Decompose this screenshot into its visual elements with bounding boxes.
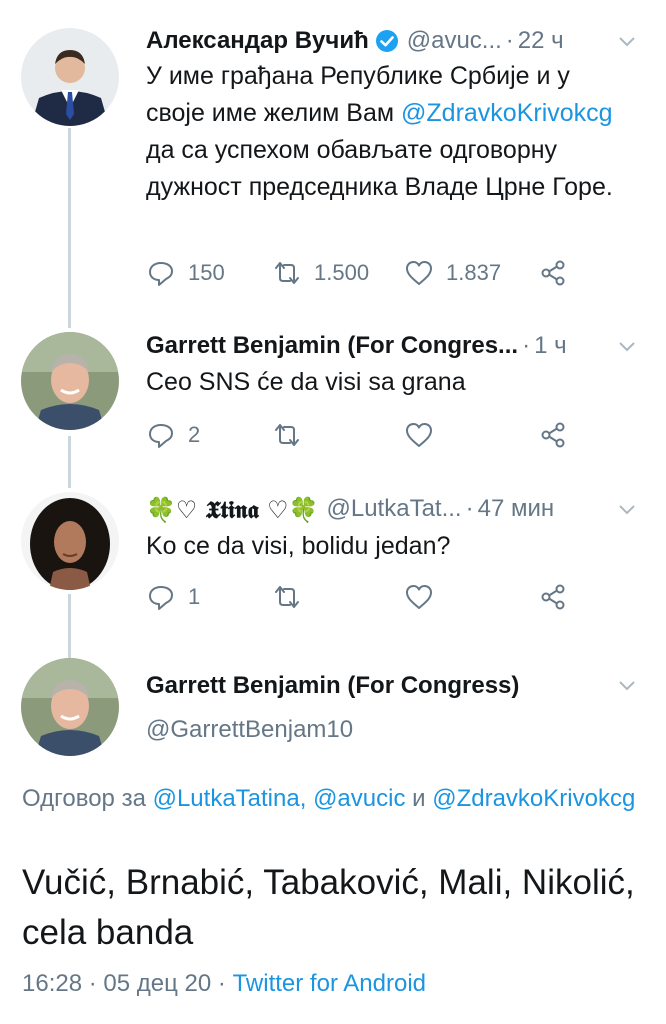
tweet-time[interactable]: 47 мин — [478, 495, 555, 523]
reply-button[interactable]: 150 — [146, 256, 225, 290]
heart-icon — [406, 423, 432, 447]
avatar[interactable] — [21, 658, 119, 756]
author-name[interactable]: Александар Вучић — [146, 27, 369, 55]
thread-line — [68, 128, 71, 328]
tweet-actions: 1 — [146, 580, 626, 614]
tweet-actions: 2 — [146, 418, 626, 452]
avatar[interactable] — [21, 332, 119, 430]
chevron-down-icon[interactable] — [618, 36, 636, 48]
author-handle[interactable]: @avuc... — [407, 27, 502, 55]
reply-to-line: Одговор за @LutkaTatina, @avucic и @Zdra… — [22, 780, 642, 818]
share-button[interactable] — [538, 256, 568, 290]
tweet-header: Garrett Benjamin (For Congres... · 1 ч — [146, 331, 567, 361]
tweet-time: 16:28 — [22, 970, 83, 997]
tweet-date: 05 дец 20 — [103, 970, 212, 997]
like-button[interactable]: 1.837 — [404, 256, 501, 290]
share-icon — [541, 260, 565, 286]
retweet-button[interactable]: 1.500 — [272, 256, 369, 290]
share-icon — [541, 422, 565, 448]
author-handle[interactable]: @GarrettBenjam10 — [146, 716, 353, 744]
thread-line — [68, 594, 71, 664]
retweet-icon — [275, 424, 299, 446]
reply-button[interactable]: 1 — [146, 580, 200, 614]
tweet-actions: 150 1.500 1.837 — [146, 256, 626, 290]
tweet-text: Ceo SNS će da visi sa grana — [146, 368, 466, 396]
like-count: 1.837 — [446, 260, 502, 285]
reply-count: 2 — [188, 422, 201, 447]
heart-icon — [406, 261, 432, 285]
retweet-button[interactable] — [272, 580, 302, 614]
mention-link[interactable]: @ZdravkoKrivokcg — [432, 785, 635, 812]
tweet-text: Vučić, Brnabić, Tabaković, Mali, Nikolić… — [22, 863, 635, 952]
reply-icon — [149, 586, 173, 610]
reply-icon — [149, 262, 173, 286]
author-handle[interactable]: @LutkaTat... — [327, 495, 462, 523]
heart-icon — [406, 585, 432, 609]
tweet-time[interactable]: 22 ч — [518, 27, 564, 55]
tweet-text: У име грађана Републике Србије и у своје… — [146, 58, 626, 206]
author-name[interactable]: Garrett Benjamin (For Congress) — [146, 672, 519, 700]
tweet-text: Ko ce da visi, bolidu jedan? — [146, 532, 451, 560]
retweet-button[interactable] — [272, 418, 302, 452]
verified-badge-icon — [375, 29, 399, 53]
avatar[interactable] — [21, 492, 119, 590]
chevron-down-icon[interactable] — [618, 504, 636, 516]
reply-count: 1 — [188, 584, 201, 609]
author-name[interactable]: Garrett Benjamin (For Congres... — [146, 332, 518, 360]
share-button[interactable] — [538, 580, 568, 614]
mention-link[interactable]: @avucic — [313, 785, 405, 812]
tweet-text-part: да са успехом обављате одговорну дужност… — [146, 136, 613, 201]
share-button[interactable] — [538, 418, 568, 452]
reply-button[interactable]: 2 — [146, 418, 200, 452]
tweet-header: Александар Вучић @avuc... · 22 ч — [146, 26, 564, 56]
avatar[interactable] — [21, 28, 119, 126]
reply-icon — [149, 424, 173, 448]
like-button[interactable] — [404, 418, 434, 452]
reply-to-label: Одговор за — [22, 785, 146, 812]
retweet-count: 1.500 — [314, 260, 370, 285]
tweet-meta: 16:28 · 05 дец 20 · Twitter for Android — [22, 970, 426, 998]
like-button[interactable] — [404, 580, 434, 614]
chevron-down-icon[interactable] — [618, 680, 636, 692]
mention-link[interactable]: @LutkaTatina, — [153, 785, 307, 812]
retweet-icon — [275, 262, 299, 284]
share-icon — [541, 584, 565, 610]
separator-dot: · — [505, 27, 514, 54]
separator-dot: · — [522, 332, 531, 359]
tweet-time[interactable]: 1 ч — [534, 332, 567, 360]
tweet-header: 🍀♡ 𝖃𝖙𝖎𝖓𝖆 ♡🍀 @LutkaTat... · 47 мин — [146, 494, 554, 524]
author-name[interactable]: 🍀♡ 𝖃𝖙𝖎𝖓𝖆 ♡🍀 — [146, 495, 319, 524]
separator-dot: · — [465, 495, 474, 522]
separator-dot: · — [217, 970, 226, 997]
source-link[interactable]: Twitter for Android — [233, 970, 426, 997]
reply-count: 150 — [188, 260, 225, 285]
chevron-down-icon[interactable] — [618, 341, 636, 353]
reply-to-and: и — [412, 785, 426, 812]
separator-dot: · — [88, 970, 97, 997]
mention-link[interactable]: @ZdravkoKrivokcg — [401, 99, 613, 127]
retweet-icon — [275, 586, 299, 608]
thread-line — [68, 436, 71, 488]
